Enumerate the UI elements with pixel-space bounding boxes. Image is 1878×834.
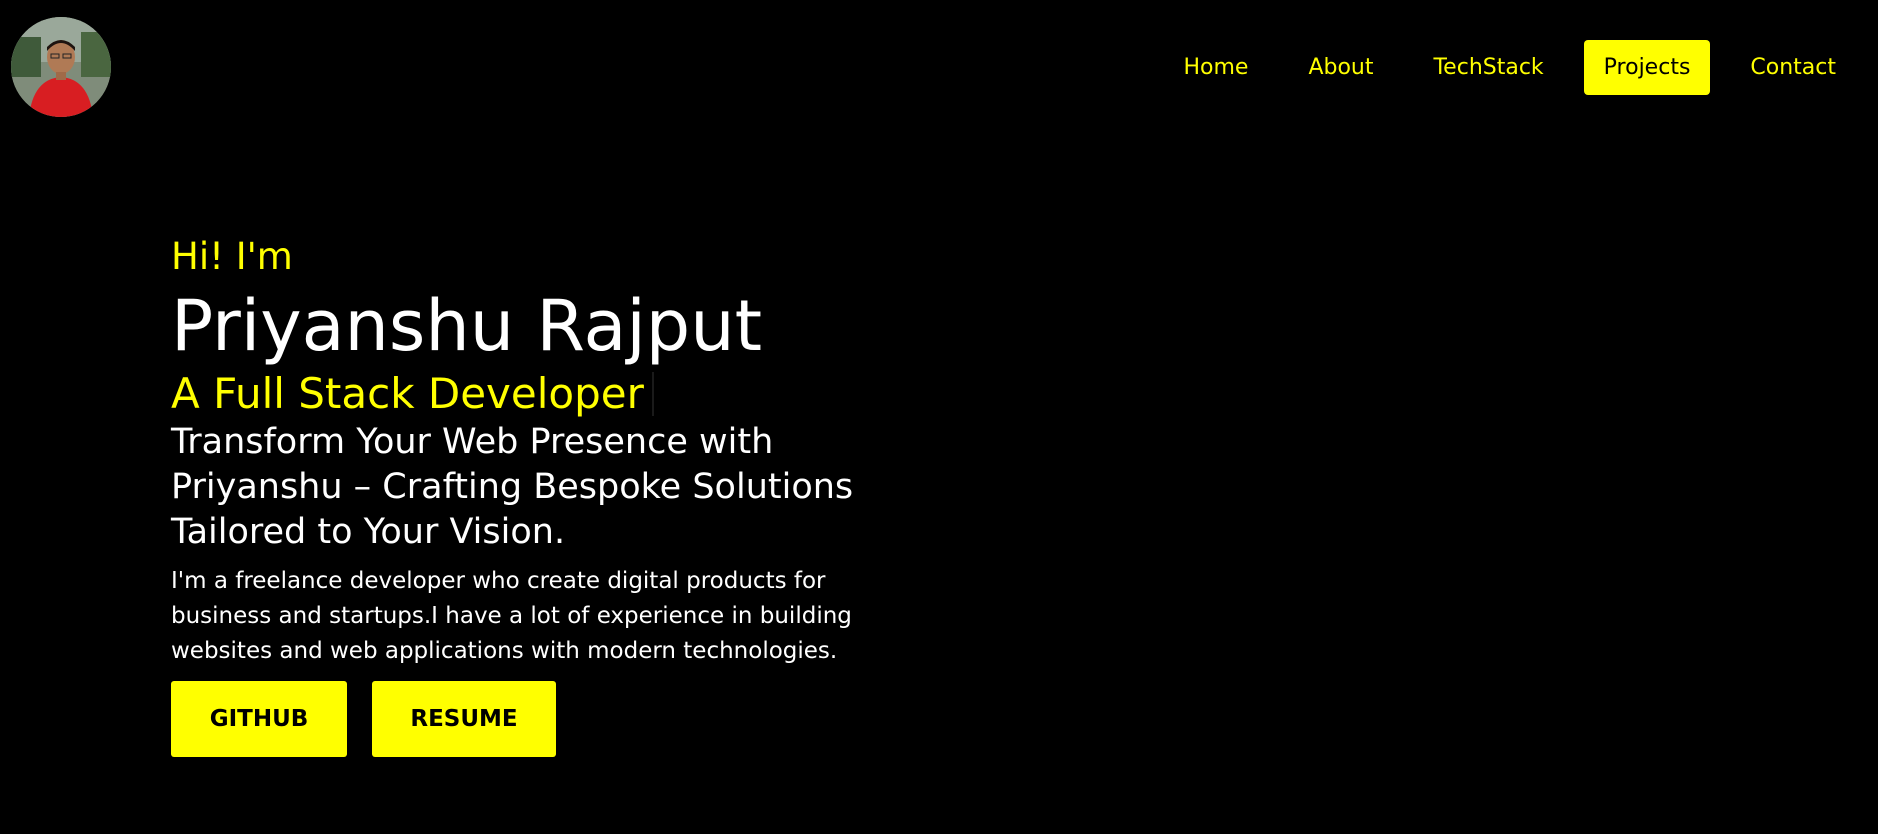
avatar[interactable] [11, 17, 111, 117]
avatar-photo [11, 17, 111, 117]
hero-role: A Full Stack Developer [171, 368, 931, 420]
resume-button[interactable]: RESUME [372, 681, 556, 757]
github-button[interactable]: GITHUB [171, 681, 347, 757]
nav-home[interactable]: Home [1163, 40, 1268, 95]
nav-contact[interactable]: Contact [1730, 40, 1856, 95]
hero-description: I'm a freelance developer who create dig… [171, 568, 852, 664]
typing-cursor [651, 372, 654, 416]
greeting-text: Hi! I'm [171, 235, 293, 278]
hero-section: Hi! I'm Priyanshu Rajput A Full Stack De… [171, 232, 931, 757]
hero-buttons: GITHUB RESUME [171, 681, 931, 757]
hero-name: Priyanshu Rajput [171, 285, 763, 367]
nav-projects[interactable]: Projects [1583, 40, 1711, 95]
role-text: A Full Stack Developer [171, 369, 644, 418]
portfolio-page: Home About TechStack Projects Contact Hi… [0, 0, 1878, 834]
hero-tagline: Transform Your Web Presence with Priyans… [171, 422, 854, 552]
main-nav: Home About TechStack Projects Contact [1143, 40, 1856, 95]
nav-about[interactable]: About [1288, 40, 1393, 95]
nav-techstack[interactable]: TechStack [1413, 40, 1563, 95]
